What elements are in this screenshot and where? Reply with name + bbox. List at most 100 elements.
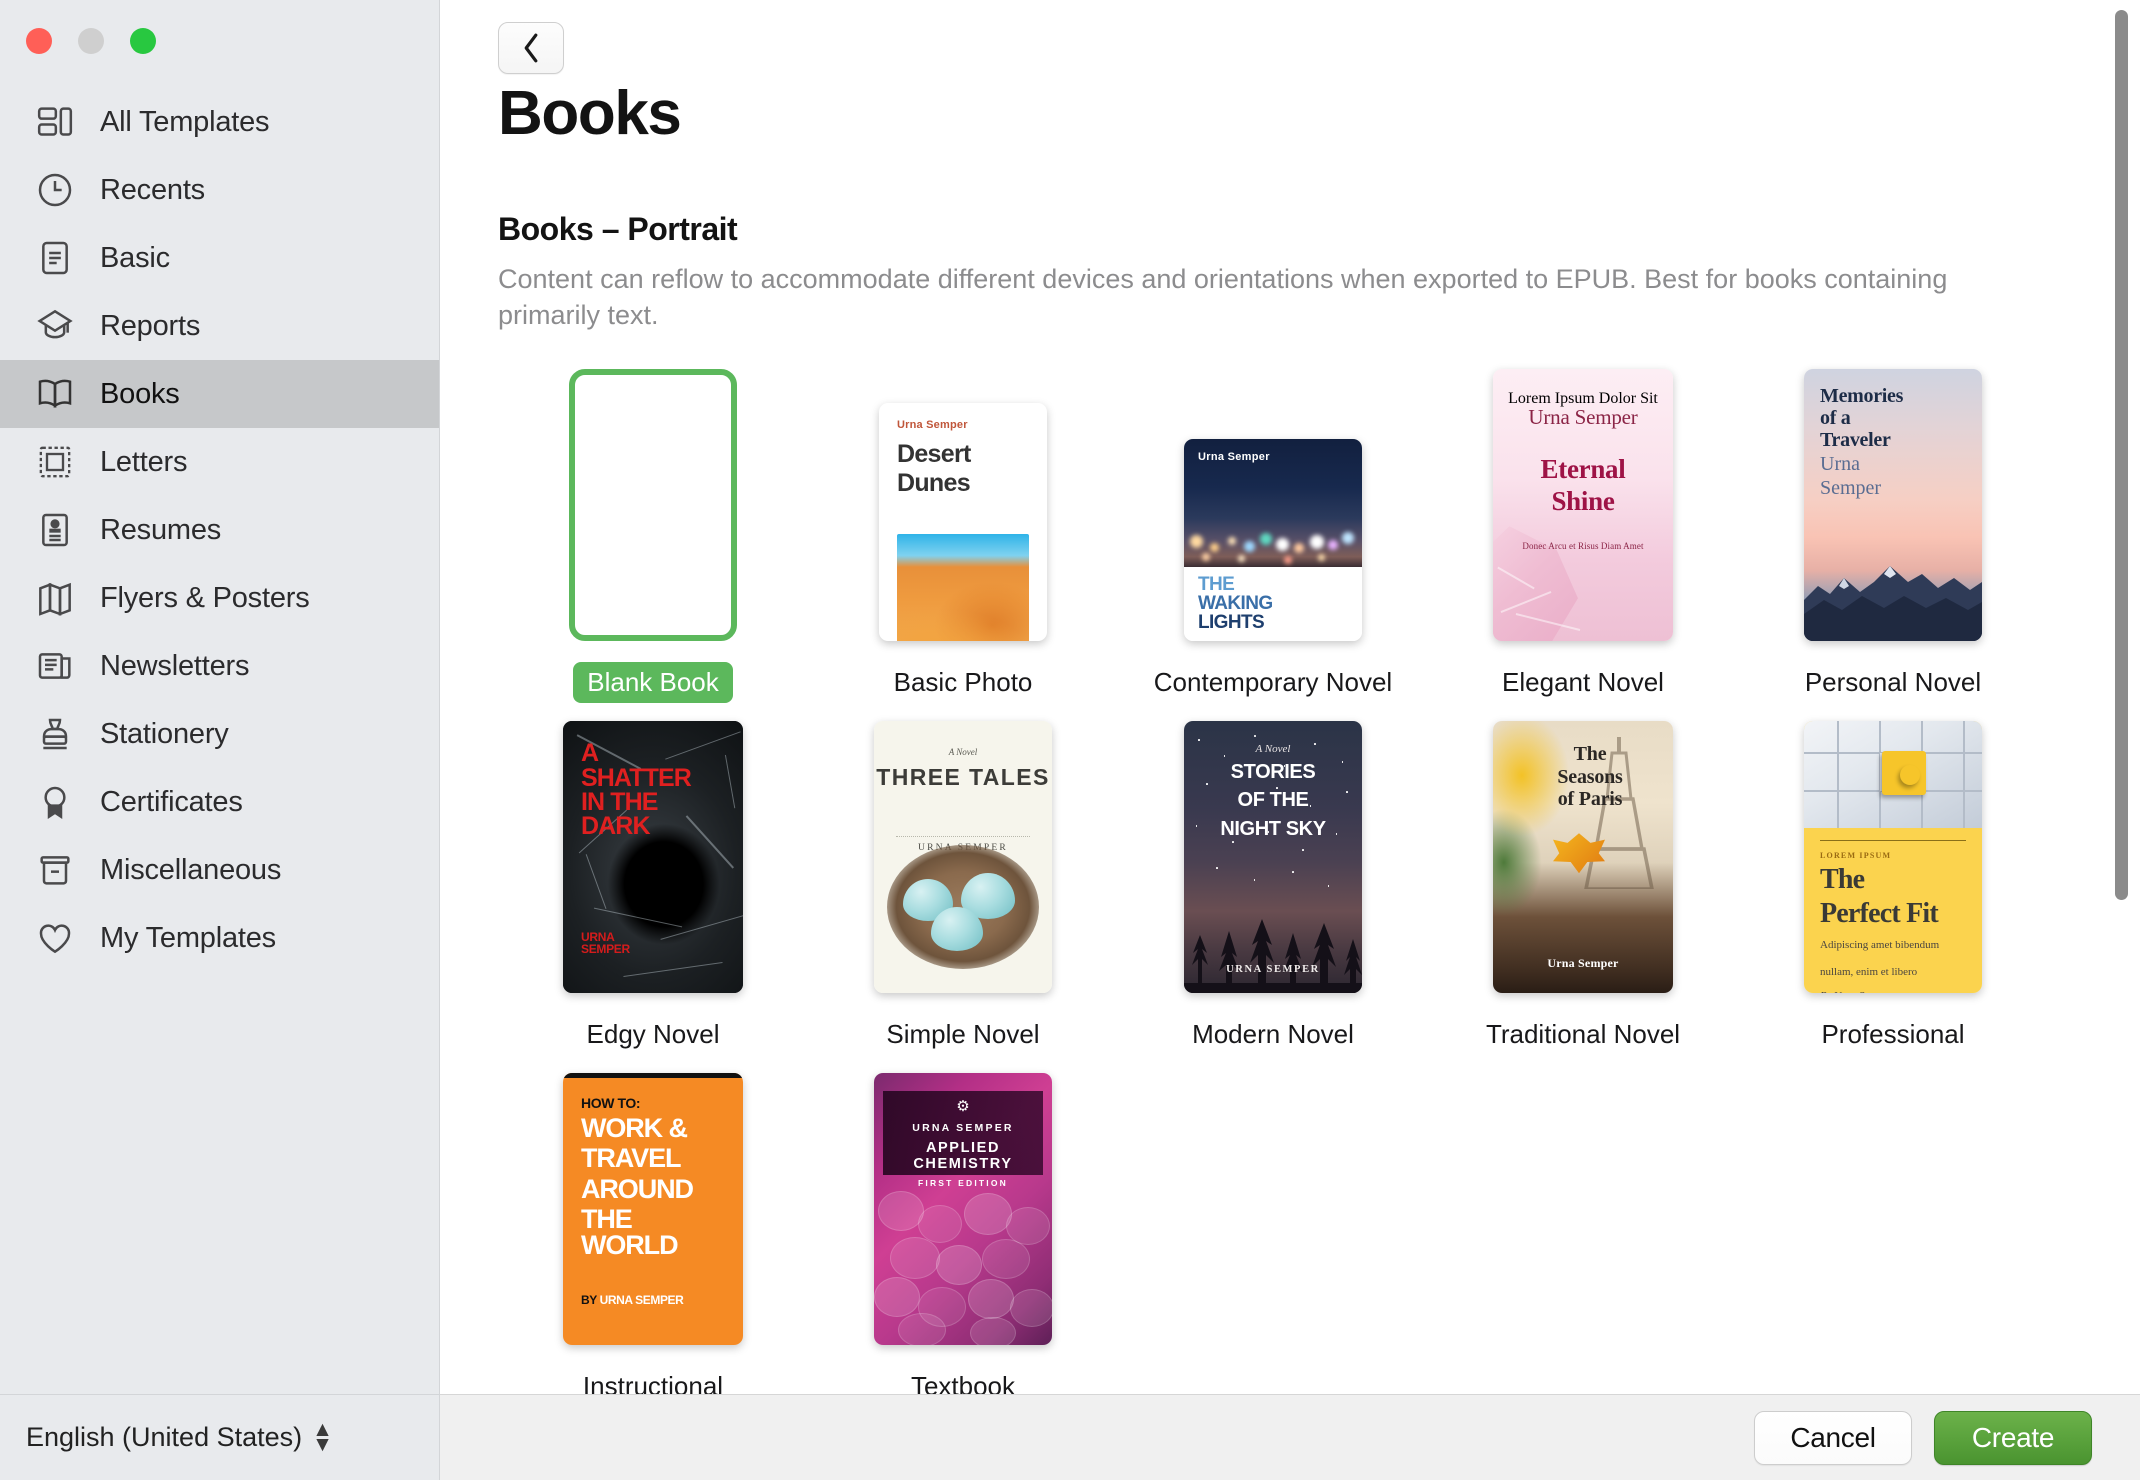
back-button[interactable]	[498, 22, 564, 74]
template-label: Professional	[1821, 1019, 1965, 1050]
cancel-button[interactable]: Cancel	[1754, 1410, 1912, 1465]
language-value: English (United States)	[26, 1422, 303, 1452]
template-card-elegant-novel[interactable]: Lorem Ipsum Dolor Sit Urna Semper Eterna…	[1428, 369, 1738, 703]
sidebar-item-resumes[interactable]: Resumes	[0, 496, 439, 564]
cover-kicker: HOW TO:	[581, 1095, 641, 1112]
template-label: Traditional Novel	[1485, 1019, 1681, 1050]
cover-author: Urna Semper	[897, 419, 968, 432]
thumbnail: Memories of a Traveler Urna Semper	[1804, 369, 1982, 642]
cover-simple-novel: A Novel THREE TALES URNA SEMPER	[874, 721, 1052, 994]
cover-title-line-2: OF THE	[1237, 789, 1309, 812]
cover-title-line-1: STORIES	[1230, 761, 1316, 784]
byline-author: Urna Semper	[1834, 990, 1892, 993]
template-card-personal-novel[interactable]: Memories of a Traveler Urna Semper Perso…	[1738, 369, 2048, 703]
cover-traditional-novel: The Seasons of Paris Urna Semper	[1493, 721, 1673, 994]
sidebar-item-newsletters[interactable]: Newsletters	[0, 632, 439, 700]
sidebar-item-miscellaneous[interactable]: Miscellaneous	[0, 836, 439, 904]
template-card-edgy-novel[interactable]: A SHATTER IN THE DARK URNA SEMPER Edgy N…	[498, 721, 808, 1055]
chevron-updown-icon: ▲ ▼	[312, 1417, 333, 1456]
heart-icon	[34, 917, 76, 959]
newspaper-icon	[34, 645, 76, 687]
cover-art-chemistry: ⚙ URNA SEMPER APPLIED CHEMISTRY FIRST ED…	[874, 1073, 1052, 1346]
template-scroll-area[interactable]: Books Books – Portrait Content can reflo…	[440, 0, 2140, 1394]
template-card-contemporary-novel[interactable]: Urna Semper THE WAKING LIGHTS Contempora…	[1118, 369, 1428, 703]
sidebar-item-label: Books	[100, 377, 180, 410]
cover-title: Desert Dunes	[897, 440, 971, 498]
cover-author: URNA SEMPER	[1226, 964, 1320, 976]
sidebar-item-basic[interactable]: Basic	[0, 224, 439, 292]
cover-author: Urna Semper	[1198, 451, 1270, 464]
cover-title-line-3: AROUND	[581, 1173, 694, 1204]
cover-kicker: A Novel	[1255, 743, 1291, 756]
thumbnail: The Seasons of Paris Urna Semper	[1493, 721, 1673, 994]
thumbnail: Lorem Ipsum Dolor Sit Urna Semper Eterna…	[1493, 369, 1673, 642]
cover-edition: FIRST EDITION	[918, 1178, 1008, 1189]
sidebar-item-flyers-posters[interactable]: Flyers & Posters	[0, 564, 439, 632]
sidebar-item-letters[interactable]: Letters	[0, 428, 439, 496]
create-button[interactable]: Create	[1934, 1410, 2092, 1465]
template-card-textbook[interactable]: ⚙ URNA SEMPER APPLIED CHEMISTRY FIRST ED…	[808, 1073, 1118, 1394]
sidebar: All Templates Recents Basic Reports Book…	[0, 0, 440, 1480]
award-ribbon-icon	[34, 781, 76, 823]
template-label: Edgy Novel	[586, 1019, 720, 1050]
id-card-icon	[34, 509, 76, 551]
cover-instructional: HOW TO: WORK & TRAVEL AROUND THE WORLD B…	[563, 1073, 743, 1346]
template-card-instructional[interactable]: HOW TO: WORK & TRAVEL AROUND THE WORLD B…	[498, 1073, 808, 1394]
template-card-traditional-novel[interactable]: The Seasons of Paris Urna Semper Traditi…	[1428, 721, 1738, 1055]
sidebar-item-books[interactable]: Books	[0, 360, 439, 428]
grid-icon	[34, 101, 76, 143]
cover-art-gem: Lorem Ipsum Dolor Sit Urna Semper Eterna…	[1493, 369, 1673, 642]
template-label: Instructional	[582, 1371, 724, 1394]
cover-title-line-2: SHATTER	[581, 763, 692, 792]
cover-title-block: Memories of a Traveler Urna Semper	[1820, 385, 1972, 499]
byline-author: URNA SEMPER	[599, 1293, 684, 1308]
cover-title-line-1: A	[581, 739, 599, 768]
cover-subtitle-line-1: Adipiscing amet bibendum	[1820, 939, 1940, 952]
sidebar-item-label: Resumes	[100, 513, 222, 546]
template-card-simple-novel[interactable]: A Novel THREE TALES URNA SEMPER	[808, 721, 1118, 1055]
sidebar-item-my-templates[interactable]: My Templates	[0, 904, 439, 972]
cover-author-line-1: Urna	[1820, 453, 1860, 476]
template-card-professional[interactable]: LOREM IPSUM The Perfect Fit Adipiscing a…	[1738, 721, 2048, 1055]
template-card-modern-novel[interactable]: A Novel STORIES OF THE NIGHT SKY URNA SE…	[1118, 721, 1428, 1055]
cover-author: Urna Semper	[1547, 956, 1619, 971]
sidebar-item-all-templates[interactable]: All Templates	[0, 88, 439, 156]
cover-title-band: ⚙ URNA SEMPER APPLIED CHEMISTRY FIRST ED…	[883, 1091, 1043, 1188]
top-bar	[563, 1073, 743, 1079]
template-grid: Blank Book Urna Semper Desert Dunes Basi…	[498, 369, 2140, 1394]
thumbnail: A Novel THREE TALES URNA SEMPER	[874, 721, 1052, 994]
thumbnail: Urna Semper THE WAKING LIGHTS	[1184, 369, 1362, 642]
sidebar-item-label: Miscellaneous	[100, 853, 282, 886]
divider	[896, 836, 1030, 838]
cover-title-line-2: of a	[1820, 407, 1851, 430]
section-title: Books – Portrait	[498, 211, 738, 247]
close-button[interactable]	[26, 28, 52, 54]
sidebar-item-stationery[interactable]: Stationery	[0, 700, 439, 768]
vertical-scrollbar[interactable]	[2115, 10, 2128, 900]
minimize-button[interactable]	[78, 28, 104, 54]
cover-photo-city-bokeh: Urna Semper	[1184, 439, 1362, 568]
template-label: Personal Novel	[1804, 667, 1982, 698]
sidebar-item-label: Stationery	[100, 717, 229, 750]
cover-title-line-1: WORK &	[581, 1113, 688, 1144]
sidebar-item-label: Letters	[100, 445, 188, 478]
cover-art-orange: HOW TO: WORK & TRAVEL AROUND THE WORLD B…	[563, 1073, 743, 1346]
cover-photo-night-sky: A Novel STORIES OF THE NIGHT SKY URNA SE…	[1184, 721, 1362, 994]
zoom-button[interactable]	[130, 28, 156, 54]
sidebar-item-certificates[interactable]: Certificates	[0, 768, 439, 836]
cover-photo-dunes	[897, 534, 1029, 642]
sidebar-item-label: Reports	[100, 309, 201, 342]
footer-bar: Cancel Create	[440, 1394, 2140, 1480]
sidebar-item-reports[interactable]: Reports	[0, 292, 439, 360]
sidebar-item-label: My Templates	[100, 921, 276, 954]
thumbnail: ⚙ URNA SEMPER APPLIED CHEMISTRY FIRST ED…	[874, 1073, 1052, 1346]
traffic-lights	[0, 0, 439, 76]
cover-art-puzzle: LOREM IPSUM The Perfect Fit Adipiscing a…	[1804, 721, 1982, 994]
cover-author-line-2: SEMPER	[581, 942, 630, 957]
sidebar-item-recents[interactable]: Recents	[0, 156, 439, 224]
template-card-blank-book[interactable]: Blank Book	[498, 369, 808, 704]
sidebar-item-label: Flyers & Posters	[100, 581, 310, 614]
sidebar-item-label: All Templates	[100, 105, 270, 138]
language-selector[interactable]: English (United States) ▲ ▼	[0, 1394, 439, 1480]
template-card-basic-photo[interactable]: Urna Semper Desert Dunes Basic Photo	[808, 369, 1118, 703]
